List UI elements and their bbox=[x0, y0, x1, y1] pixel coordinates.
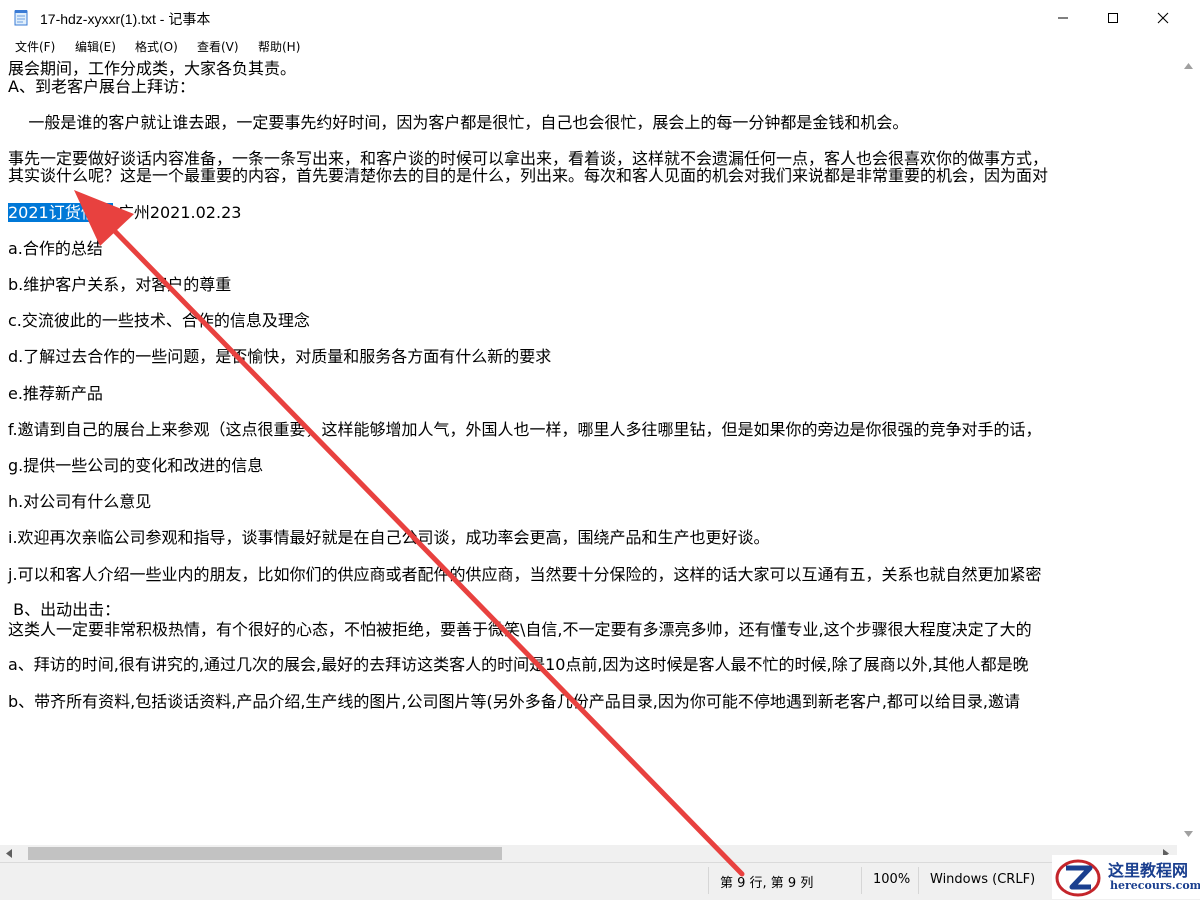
text-editor[interactable]: 展会期间，工作分成类，大家各负其责。 A、到老客户展台上拜访： 一般是谁的客户就… bbox=[0, 57, 1177, 845]
scroll-up-icon[interactable] bbox=[1184, 63, 1193, 69]
text-line: 其实谈什么呢？这是一个最重要的内容，首先要清楚你去的目的是什么，列出来。每次和客… bbox=[8, 166, 1049, 185]
logo-emblem-icon bbox=[1055, 859, 1101, 897]
status-separator bbox=[708, 867, 709, 894]
selected-line: 2021订货信息 广州2021.02.23 bbox=[8, 203, 241, 223]
watermark-url: herecours.com bbox=[1110, 879, 1200, 892]
text-line: e.推荐新产品 bbox=[8, 384, 103, 403]
vertical-scrollbar[interactable] bbox=[1177, 57, 1200, 845]
window-title: 17-hdz-xyxxr(1).txt - 记事本 bbox=[40, 11, 211, 27]
menu-edit[interactable]: 编辑(E) bbox=[75, 38, 116, 55]
menu-format[interactable]: 格式(O) bbox=[135, 38, 178, 55]
watermark-logo: 这里教程网 herecours.com bbox=[1052, 855, 1200, 899]
text-line: f.邀请到自己的展台上来参观（这点很重要，这样能够增加人气，外国人也一样，哪里人… bbox=[8, 420, 1042, 439]
text-line: b、带齐所有资料,包括谈话资料,产品介绍,生产线的图片,公司图片等(另外多备几份… bbox=[8, 692, 1021, 711]
text-line: a、拜访的时间,很有讲究的,通过几次的展会,最好的去拜访这类客人的时间是10点前… bbox=[8, 655, 1029, 674]
text-line: 展会期间，工作分成类，大家各负其责。 bbox=[8, 59, 297, 78]
text-line: A、到老客户展台上拜访： bbox=[8, 77, 195, 96]
notepad-icon bbox=[14, 10, 28, 26]
scroll-left-icon[interactable] bbox=[6, 849, 12, 858]
menu-bar: 文件(F) 编辑(E) 格式(O) 查看(V) 帮助(H) bbox=[0, 35, 1200, 57]
watermark-title: 这里教程网 bbox=[1108, 861, 1189, 880]
menu-view[interactable]: 查看(V) bbox=[197, 38, 239, 55]
status-bar: 第 9 行, 第 9 列 100% Windows (CRLF) bbox=[0, 862, 1200, 900]
text-line: i.欢迎再次亲临公司参观和指导，谈事情最好就是在自己公司谈，成功率会更高，围绕产… bbox=[8, 528, 770, 547]
status-separator bbox=[918, 867, 919, 894]
line-ending: Windows (CRLF) bbox=[930, 872, 1036, 887]
menu-help[interactable]: 帮助(H) bbox=[258, 38, 300, 55]
text-line: b.维护客户关系，对客户的尊重 bbox=[8, 275, 232, 294]
text-line: 一般是谁的客户就让谁去跟，一定要事先约好时间，因为客户都是很忙，自己也会很忙，展… bbox=[8, 113, 909, 132]
horizontal-scroll-thumb[interactable] bbox=[28, 847, 502, 860]
scroll-down-icon[interactable] bbox=[1184, 831, 1193, 837]
horizontal-scrollbar[interactable] bbox=[0, 845, 1177, 862]
text-line: B、出动出击： bbox=[8, 600, 121, 619]
maximize-icon bbox=[1108, 12, 1118, 23]
zoom-level: 100% bbox=[873, 872, 911, 887]
text-line: g.提供一些公司的变化和改进的信息 bbox=[8, 456, 264, 475]
text-line: j.可以和客人介绍一些业内的朋友，比如你们的供应商或者配件的供应商，当然要十分保… bbox=[8, 565, 1042, 584]
close-button[interactable] bbox=[1140, 0, 1186, 35]
cursor-position: 第 9 行, 第 9 列 bbox=[720, 876, 814, 891]
selected-text: 2021订货信息 bbox=[8, 203, 113, 222]
text-line: d.了解过去合作的一些问题，是否愉快，对质量和服务各方面有什么新的要求 bbox=[8, 347, 552, 366]
minimize-icon bbox=[1058, 17, 1068, 18]
line-rest-text: 广州2021.02.23 bbox=[112, 203, 242, 222]
maximize-button[interactable] bbox=[1090, 0, 1136, 35]
minimize-button[interactable] bbox=[1040, 0, 1086, 35]
title-bar: 17-hdz-xyxxr(1).txt - 记事本 bbox=[0, 0, 1200, 35]
text-line: h.对公司有什么意见 bbox=[8, 492, 152, 511]
close-icon bbox=[1157, 12, 1169, 23]
menu-file[interactable]: 文件(F) bbox=[15, 38, 55, 55]
text-line: 这类人一定要非常积极热情，有个很好的心态，不怕被拒绝，要善于微笑\自信,不一定要… bbox=[8, 620, 1032, 639]
status-separator bbox=[861, 867, 862, 894]
text-line: a.合作的总结 bbox=[8, 239, 103, 258]
text-line: c.交流彼此的一些技术、合作的信息及理念 bbox=[8, 311, 310, 330]
